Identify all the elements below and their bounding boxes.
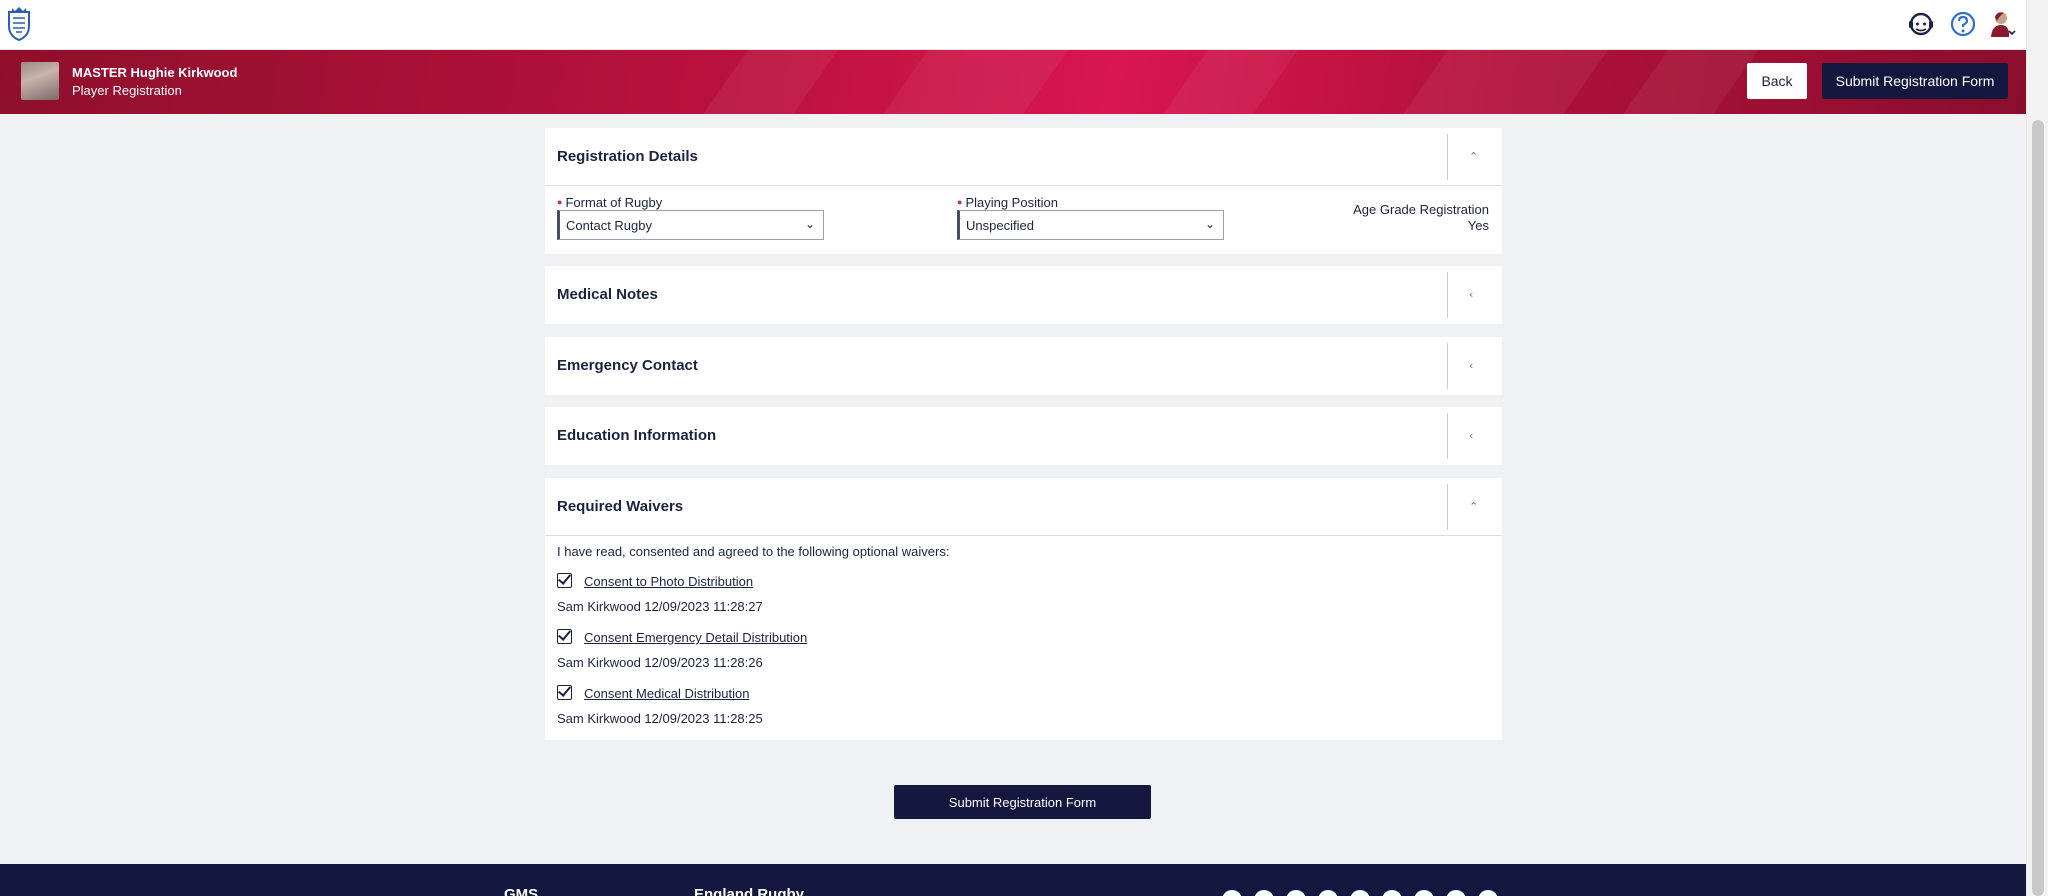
submit-registration-button-top[interactable]: Submit Registration Form xyxy=(1822,63,2008,99)
required-waivers-panel: Required Waivers ⌃ I have read, consente… xyxy=(545,478,1502,740)
waiver-meta: Sam Kirkwood 12/09/2023 11:28:25 xyxy=(557,711,763,726)
page-scrollbar[interactable] xyxy=(2026,0,2048,896)
education-information-panel[interactable]: Education Information ‹ xyxy=(545,407,1502,465)
snapchat-icon[interactable] xyxy=(1414,890,1434,896)
section-title: Required Waivers xyxy=(557,498,684,515)
chevron-down-icon: ⌄ xyxy=(804,217,815,231)
shield-crest-logo[interactable] xyxy=(6,6,32,42)
pinterest-icon[interactable] xyxy=(1318,890,1338,896)
waiver-meta: Sam Kirkwood 12/09/2023 11:28:26 xyxy=(557,655,763,670)
help-icon[interactable] xyxy=(1948,9,1978,39)
divider xyxy=(1447,413,1448,459)
medical-notes-panel[interactable]: Medical Notes ‹ xyxy=(545,266,1502,324)
age-grade-value: Yes xyxy=(1467,218,1489,233)
chevron-up-icon[interactable]: ⌃ xyxy=(1469,500,1478,513)
divider xyxy=(1447,134,1448,180)
waivers-intro: I have read, consented and agreed to the… xyxy=(557,544,950,559)
chevron-left-icon[interactable]: ‹ xyxy=(1469,359,1473,372)
checkbox-checked[interactable] xyxy=(557,573,572,588)
user-profile-icon[interactable] xyxy=(1988,9,2018,39)
top-bar xyxy=(0,0,2026,50)
back-button[interactable]: Back xyxy=(1747,63,1807,99)
tiktok-icon[interactable] xyxy=(1478,890,1498,896)
section-title: Registration Details xyxy=(557,148,698,165)
player-banner: MASTER Hughie Kirkwood Player Registrati… xyxy=(0,50,2026,114)
checkbox-checked[interactable] xyxy=(557,685,572,700)
divider xyxy=(1447,343,1448,389)
waiver-link[interactable]: Consent Medical Distribution xyxy=(584,686,749,701)
chevron-left-icon[interactable]: ‹ xyxy=(1469,429,1473,442)
section-title: Emergency Contact xyxy=(557,357,698,374)
footer: GMS England Rugby xyxy=(0,864,2026,896)
format-of-rugby-select[interactable]: Contact Rugby ⌄ xyxy=(557,210,824,240)
footer-gms-heading: GMS xyxy=(504,886,539,896)
twitter-icon[interactable] xyxy=(1254,890,1274,896)
waiver-link[interactable]: Consent to Photo Distribution xyxy=(584,574,753,589)
page-subtitle: Player Registration xyxy=(72,83,182,98)
instagram-icon[interactable] xyxy=(1286,890,1306,896)
chevron-left-icon[interactable]: ‹ xyxy=(1469,288,1473,301)
submit-registration-button-bottom[interactable]: Submit Registration Form xyxy=(894,785,1151,819)
divider xyxy=(1447,484,1448,530)
format-of-rugby-label: ● Format of Rugby xyxy=(557,195,663,210)
checkbox-checked[interactable] xyxy=(557,629,572,644)
youtube-icon[interactable] xyxy=(1350,890,1370,896)
section-title: Medical Notes xyxy=(557,286,658,303)
support-agent-icon[interactable] xyxy=(1906,9,1936,39)
chevron-up-icon[interactable]: ⌃ xyxy=(1469,150,1478,163)
waiver-meta: Sam Kirkwood 12/09/2023 11:28:27 xyxy=(557,599,763,614)
footer-england-rugby-heading: England Rugby xyxy=(694,886,804,896)
chevron-down-icon: ⌄ xyxy=(1204,217,1215,231)
playing-position-label: ● Playing Position xyxy=(957,195,1058,210)
section-title: Education Information xyxy=(557,427,717,444)
waiver-link[interactable]: Consent Emergency Detail Distribution xyxy=(584,630,807,645)
linkedin-icon[interactable] xyxy=(1382,890,1402,896)
required-waivers-header[interactable]: Required Waivers ⌃ xyxy=(545,478,1502,536)
scrollbar-thumb[interactable] xyxy=(2032,120,2044,896)
flickr-icon[interactable] xyxy=(1446,890,1466,896)
registration-details-header[interactable]: Registration Details ⌃ xyxy=(545,128,1502,186)
emergency-contact-panel[interactable]: Emergency Contact ‹ xyxy=(545,337,1502,395)
facebook-icon[interactable] xyxy=(1222,890,1242,896)
player-name: MASTER Hughie Kirkwood xyxy=(72,65,238,80)
registration-details-panel: Registration Details ⌃ ● Format of Rugby … xyxy=(545,128,1502,254)
age-grade-label: Age Grade Registration xyxy=(1353,202,1489,217)
playing-position-select[interactable]: Unspecified ⌄ xyxy=(957,210,1224,240)
divider xyxy=(1447,272,1448,318)
avatar xyxy=(21,62,59,100)
